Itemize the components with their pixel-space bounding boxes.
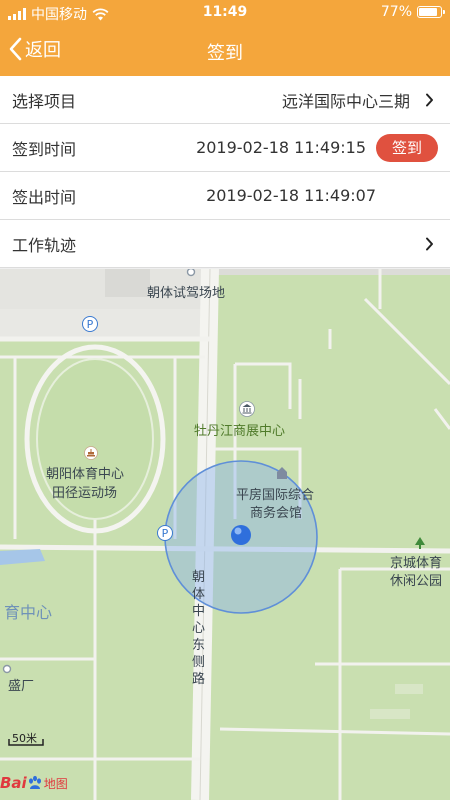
status-bar: 中国移动 11:49 77% (0, 0, 450, 26)
signout-time-value: 2019-02-18 11:49:07 (206, 186, 376, 205)
form-rows: 选择项目 远洋国际中心三期 签到时间 2019-02-18 11:49:15 签… (0, 76, 450, 268)
map-logo: Bai 地图 (0, 771, 68, 795)
map-label-park-line1: 京城体育 (390, 556, 443, 571)
map-label-expo-center: 牡丹江商展中心 (194, 424, 286, 439)
svg-text:P: P (87, 318, 94, 331)
status-right: 77% (380, 4, 445, 20)
signin-button[interactable]: 签到 (376, 133, 438, 162)
page-title: 签到 (207, 43, 243, 64)
map-label-hall-line2: 商务会馆 (250, 506, 303, 521)
signout-time-label: 签出时间 (12, 187, 77, 207)
map-label-hall-line1: 平房国际综合 (236, 488, 315, 503)
select-project-row[interactable]: 选择项目 远洋国际中心三期 (0, 76, 450, 124)
map-scale: 50米 (8, 729, 44, 747)
battery-fill (419, 8, 437, 16)
work-track-label: 工作轨迹 (12, 235, 77, 255)
park-tree-icon (415, 537, 425, 549)
map-label-sports-center: 育中心 (4, 603, 53, 622)
battery-percent: 77% (380, 4, 412, 20)
museum-icon (239, 401, 255, 417)
signin-time-label: 签到时间 (12, 139, 77, 159)
map-label-park-line2: 休闲公园 (390, 574, 443, 589)
map-label-stadium-line2: 田径运动场 (52, 486, 118, 501)
stadium-icon (84, 446, 98, 460)
map-label-factory: 盛厂 (8, 679, 35, 694)
map-label-road: 朝体中心东侧路 (192, 570, 206, 687)
location-marker (164, 460, 318, 614)
select-project-label: 选择项目 (12, 91, 77, 111)
map-logo-bai: Bai (0, 774, 27, 792)
poi-pin-icon (186, 269, 196, 277)
map-view[interactable]: P P 朝体试驾场地 牡丹江商展中心 朝阳体育中心 田径运动场 平房国际综合 商… (0, 269, 450, 800)
map-label-stadium-line1: 朝阳体育中心 (46, 467, 125, 482)
poi-pin-icon (2, 664, 12, 674)
project-value: 远洋国际中心三期 (281, 91, 410, 111)
chevron-right-icon (425, 237, 433, 250)
chevron-right-icon (425, 93, 433, 106)
signout-time-row: 签出时间 2019-02-18 11:49:07 (0, 172, 450, 220)
scale-bar-icon (8, 739, 44, 746)
work-track-row[interactable]: 工作轨迹 (0, 220, 450, 268)
hotel-icon (277, 467, 287, 479)
paw-icon (28, 775, 41, 789)
map-logo-text: 地图 (43, 776, 68, 791)
parking-icon: P (82, 316, 98, 332)
map-label-driving-school: 朝体试驾场地 (147, 286, 226, 301)
signin-time-row: 签到时间 2019-02-18 11:49:15 签到 (0, 124, 450, 172)
battery-icon (417, 6, 445, 18)
svg-text:P: P (162, 527, 169, 540)
nav-bar: 返回 签到 (0, 26, 450, 76)
parking-icon: P (157, 525, 173, 541)
signin-time-value: 2019-02-18 11:49:15 (196, 138, 366, 157)
